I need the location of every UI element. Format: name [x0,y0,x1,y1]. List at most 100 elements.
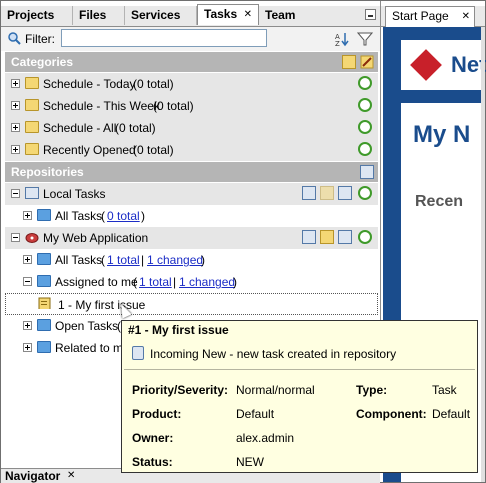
new-task-icon[interactable] [302,230,316,244]
funnel-icon[interactable] [357,31,373,47]
logo-banner: NetB [401,40,486,90]
edit-icon[interactable] [360,55,374,69]
category-item[interactable]: Schedule - Today (0 total) [5,73,378,95]
start-page-title: My N [413,121,471,148]
minimize-icon[interactable] [365,9,376,20]
collapse-icon[interactable] [11,189,20,198]
folder-icon [25,143,39,155]
owner-value: alex.admin [236,431,295,445]
tab-files[interactable]: Files [73,6,125,25]
collapse-icon[interactable] [11,233,20,242]
bugzilla-icon [25,233,39,243]
local-repository-icon [25,187,39,199]
category-label: Schedule - Today [43,77,136,91]
query-separator: | [141,253,145,267]
close-icon[interactable]: ✕ [462,7,470,26]
add-repository-icon[interactable] [360,165,374,179]
close-icon[interactable]: ✕ [67,469,75,483]
query-label: Assigned to me [55,275,138,289]
new-query-icon [320,186,334,200]
query-all-tasks-web[interactable]: All Tasks ( 1 total | 1 changed ) [5,249,378,271]
priority-value: Normal/normal [236,383,315,397]
expand-icon[interactable] [11,123,20,132]
search-task-icon[interactable] [338,186,352,200]
tab-tasks[interactable]: Tasks ✕ [197,4,259,25]
category-item[interactable]: Recently Opened (0 total) [5,139,378,161]
categories-title: Categories [11,55,74,69]
search-task-icon[interactable] [338,230,352,244]
folder-icon [25,121,39,133]
task-icon [38,297,51,309]
task-tooltip: #1 - My first issue Incoming New - new t… [121,320,478,473]
new-task-icon[interactable] [302,186,316,200]
query-all-tasks-local[interactable]: All Tasks ( 0 total ) [5,205,378,227]
folder-icon [25,99,39,111]
new-query-icon[interactable] [320,230,334,244]
expand-icon[interactable] [23,255,32,264]
filter-input[interactable] [61,29,267,47]
query-assigned-to-me[interactable]: Assigned to me ( 1 total | 1 changed ) [5,271,378,293]
scrollbar[interactable] [481,27,485,482]
folder-icon [37,319,51,331]
category-item[interactable]: Schedule - This Week (0 total) [5,95,378,117]
expand-icon[interactable] [23,211,32,220]
sort-icon[interactable]: A Z [335,31,351,47]
collapse-icon[interactable] [23,277,32,286]
component-label: Component: [356,407,427,421]
tab-start-page[interactable]: Start Page ✕ [385,6,475,27]
component-value: Default [432,407,471,421]
categories-header: Categories [5,52,378,72]
refresh-icon[interactable] [358,230,372,244]
category-count: (0 total) [153,99,194,113]
tab-team[interactable]: Team [259,6,309,25]
changed-link[interactable]: 1 changed [179,271,235,293]
repository-web-app[interactable]: My Web Application [5,227,378,249]
repository-label: My Web Application [43,231,149,245]
priority-label: Priority/Severity: [132,383,229,397]
query-label: All Tasks [55,209,103,223]
tab-navigator[interactable]: Navigator [5,469,60,483]
netbeans-logo-icon [410,49,442,81]
folder-icon [37,253,51,265]
query-paren-open: ( [101,253,105,267]
expand-icon[interactable] [11,79,20,88]
query-paren-close: ) [233,275,237,289]
category-label: Schedule - This Week [43,99,160,113]
tooltip-message: Incoming New - new task created in repos… [150,347,397,361]
repository-local-tasks[interactable]: Local Tasks [5,183,378,205]
total-link[interactable]: 1 total [107,249,140,271]
refresh-icon[interactable] [358,76,372,90]
category-count: (0 total) [133,77,174,91]
folder-icon [37,209,51,221]
expand-icon[interactable] [11,101,20,110]
query-label: Open Tasks [55,319,119,333]
filter-icon [8,32,21,45]
expand-icon[interactable] [23,321,32,330]
expand-icon[interactable] [23,343,32,352]
tab-projects[interactable]: Projects [1,6,73,25]
new-category-icon[interactable] [342,55,356,69]
refresh-icon[interactable] [358,120,372,134]
repositories-title: Repositories [11,165,84,179]
refresh-icon[interactable] [358,186,372,200]
category-item[interactable]: Schedule - All (0 total) [5,117,378,139]
query-paren-close: ) [201,253,205,267]
filter-label: Filter: [25,32,55,46]
refresh-icon[interactable] [358,98,372,112]
folder-icon [37,275,51,287]
category-count: (0 total) [115,121,156,135]
total-link[interactable]: 1 total [139,271,172,293]
editor-tab-bar: Start Page ✕ [381,6,485,27]
total-link[interactable]: 0 total [107,205,140,227]
tooltip-title: #1 - My first issue [128,323,229,337]
refresh-icon[interactable] [358,142,372,156]
repositories-header: Repositories [5,162,378,182]
close-icon[interactable]: ✕ [244,5,252,24]
category-count: (0 total) [133,143,174,157]
query-paren-open: ( [133,275,137,289]
task-row[interactable]: 1 - My first issue [5,293,378,315]
changed-link[interactable]: 1 changed [147,249,203,271]
expand-icon[interactable] [11,145,20,154]
incoming-new-icon [132,346,144,360]
tab-services[interactable]: Services [125,6,197,25]
